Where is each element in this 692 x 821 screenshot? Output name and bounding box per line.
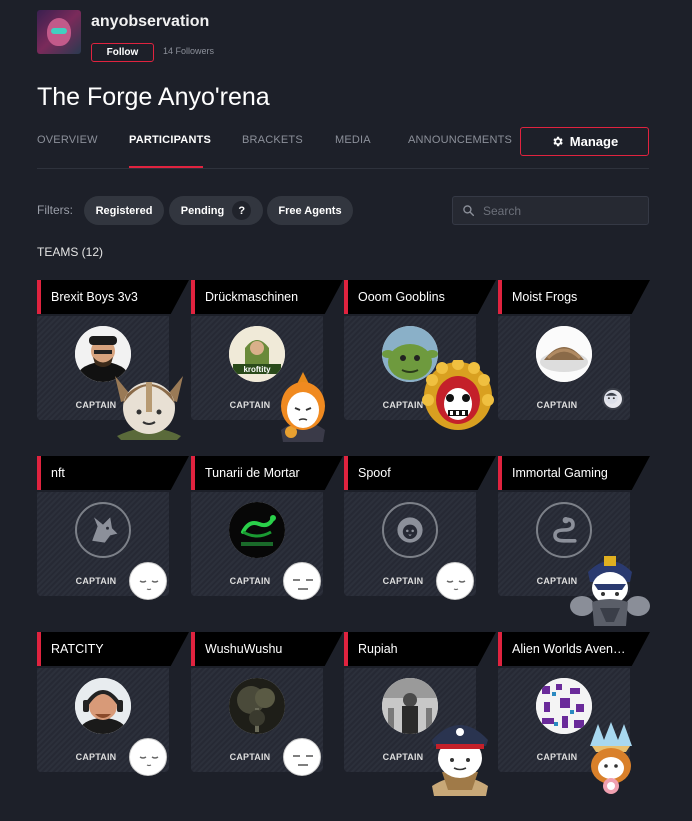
filter-pending-label: Pending xyxy=(180,204,225,217)
captain-avatar-armored-knight[interactable] xyxy=(570,552,650,626)
search-input[interactable] xyxy=(483,203,633,218)
team-card[interactable]: Alien Worlds Avengers CAPTAIN xyxy=(498,632,650,794)
tab-media[interactable]: MEDIA xyxy=(335,134,371,146)
team-name[interactable]: Moist Frogs xyxy=(512,290,630,304)
team-card[interactable]: Rupiah CAPTAIN xyxy=(344,632,496,796)
tab-bar: OVERVIEW PARTICIPANTS BRACKETS MEDIA ANN… xyxy=(37,126,649,169)
team-card[interactable]: Spoof CAPTAIN xyxy=(344,456,496,600)
tab-participants[interactable]: PARTICIPANTS xyxy=(129,134,211,146)
captain-avatar-viking[interactable] xyxy=(111,368,187,440)
team-name[interactable]: WushuWushu xyxy=(205,642,323,656)
captain-avatar-sleepy-face[interactable] xyxy=(129,738,167,776)
captain-avatar-red-lion-mask[interactable] xyxy=(420,358,496,432)
active-tab-indicator xyxy=(129,166,203,168)
captain-avatar-sleepy-face[interactable] xyxy=(129,562,167,600)
team-name[interactable]: Alien Worlds Avengers xyxy=(512,642,630,656)
team-card[interactable]: Brexit Boys 3v3 CAPTAIN xyxy=(37,280,189,440)
captain-avatar-crystal-hair[interactable] xyxy=(580,720,642,796)
filter-registered[interactable]: Registered xyxy=(84,196,164,225)
filter-pending[interactable]: Pending ? xyxy=(169,196,263,225)
team-card[interactable]: Immortal Gaming CAPTAIN xyxy=(498,456,650,626)
team-name[interactable]: RATCITY xyxy=(51,642,169,656)
default-snake-icon xyxy=(536,502,592,558)
team-card[interactable]: nft CAPTAIN xyxy=(37,456,189,600)
captain-label: CAPTAIN xyxy=(536,400,578,410)
team-name[interactable]: nft xyxy=(51,466,169,480)
team-card[interactable]: Tunarii de Mortar CAPTAIN xyxy=(191,456,343,600)
team-name[interactable]: Ooom Gooblins xyxy=(358,290,476,304)
default-lion-icon xyxy=(382,502,438,558)
tab-announcements[interactable]: ANNOUNCEMENTS xyxy=(408,134,512,146)
team-name[interactable]: Rupiah xyxy=(358,642,476,656)
team-card[interactable]: Ooom Gooblins CAPTAIN xyxy=(344,280,496,430)
captain-avatar-small-face[interactable] xyxy=(602,388,624,410)
team-avatar xyxy=(536,326,592,382)
filter-free-agents[interactable]: Free Agents xyxy=(267,196,353,225)
captain-avatar-pirate[interactable] xyxy=(422,716,498,796)
org-name[interactable]: anyobservation xyxy=(91,13,209,31)
team-card[interactable]: WushuWushu CAPTAIN xyxy=(191,632,343,776)
team-avatar xyxy=(75,678,131,734)
filters-label: Filters: xyxy=(37,203,73,217)
team-card[interactable]: Moist Frogs CAPTAIN xyxy=(498,280,650,420)
tab-overview[interactable]: OVERVIEW xyxy=(37,134,98,146)
svg-text:kroftity: kroftity xyxy=(243,365,271,374)
team-avatar xyxy=(229,678,285,734)
team-name[interactable]: Spoof xyxy=(358,466,476,480)
default-wolf-icon xyxy=(75,502,131,558)
org-avatar[interactable] xyxy=(37,10,81,54)
follow-button[interactable]: Follow xyxy=(91,43,154,62)
manage-label: Manage xyxy=(569,134,619,149)
search-box[interactable] xyxy=(452,196,649,225)
team-name[interactable]: Brexit Boys 3v3 xyxy=(51,290,169,304)
followers-count: 14 Followers xyxy=(163,46,215,56)
team-name[interactable]: Tunarii de Mortar xyxy=(205,466,323,480)
manage-button[interactable]: Manage xyxy=(520,127,649,156)
gear-icon xyxy=(553,136,563,147)
team-card[interactable]: RATCITY CAPTAIN xyxy=(37,632,189,776)
help-icon[interactable]: ? xyxy=(232,201,252,220)
search-icon xyxy=(463,205,475,217)
tab-brackets[interactable]: BRACKETS xyxy=(242,134,303,146)
team-avatar xyxy=(229,502,285,558)
page-title: The Forge Anyo'rena xyxy=(37,83,270,111)
captain-avatar-meh-face[interactable] xyxy=(283,562,321,600)
teams-heading: TEAMS (12) xyxy=(37,245,104,259)
team-card[interactable]: Drückmaschinen kroftity CAPTAIN xyxy=(191,280,343,442)
captain-avatar-sleepy-face[interactable] xyxy=(436,562,474,600)
team-name[interactable]: Immortal Gaming xyxy=(512,466,630,480)
captain-avatar-hooded-knight[interactable] xyxy=(275,370,331,442)
team-name[interactable]: Drückmaschinen xyxy=(205,290,323,304)
captain-avatar-meh-face[interactable] xyxy=(283,738,321,776)
